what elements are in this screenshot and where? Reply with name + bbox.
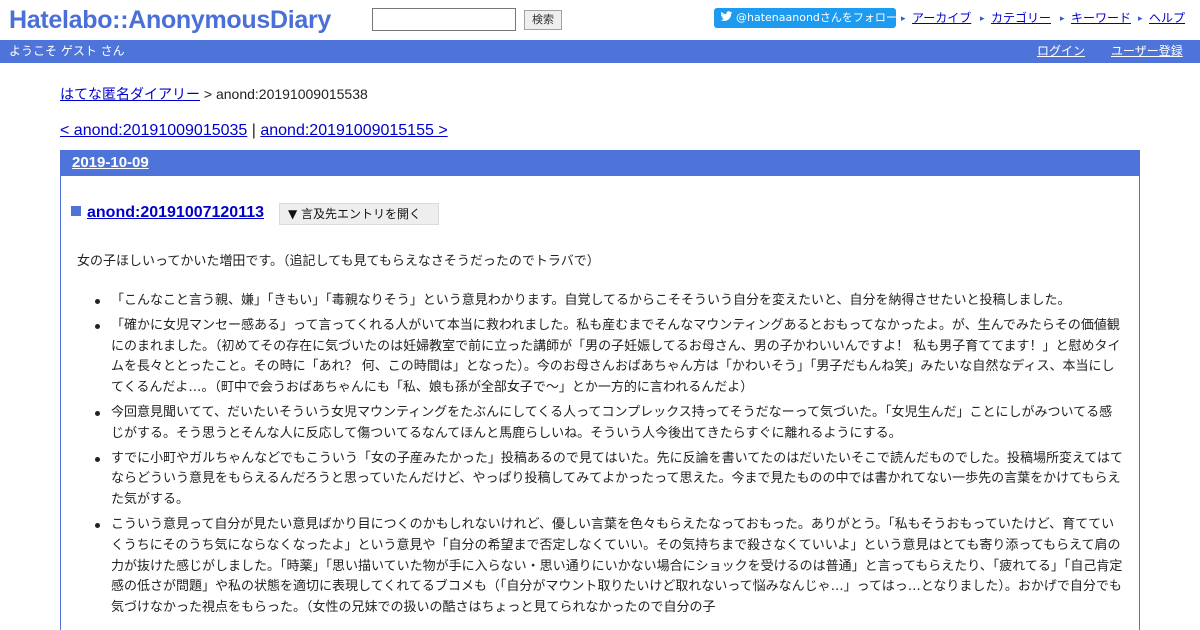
search-input[interactable]: [372, 8, 516, 31]
entry-pager: < anond:20191009015035 | anond:201910090…: [60, 121, 448, 141]
nav-arrow-icon: ▸: [1138, 14, 1143, 24]
register-link[interactable]: ユーザー登録: [1111, 43, 1183, 60]
breadcrumb-separator: >: [200, 86, 216, 102]
list-item: 「こんなこと言う親、嫌」「きもい」「毒親なりそう」という意見わかります。自覚して…: [95, 291, 1125, 312]
list-item: すでに小町やガルちゃんなどでもこういう「女の子産みたかった」投稿あるので見てはい…: [95, 449, 1125, 511]
prev-entry-link[interactable]: < anond:20191009015035: [60, 122, 247, 139]
list-item: こういう意見って自分が見たい意見ばかり目につくのかもしれないけれど、優しい言葉を…: [95, 515, 1125, 619]
day-section: 2019-10-09 anond:20191007120113 ▼ 言及先エント…: [60, 150, 1140, 630]
login-link[interactable]: ログイン: [1037, 43, 1085, 60]
pager-separator: |: [247, 122, 261, 139]
breadcrumb-home-link[interactable]: はてな匿名ダイアリー: [60, 86, 200, 102]
nav-link-keyword[interactable]: ▸ キーワード: [1060, 10, 1131, 26]
list-item: 今回意見聞いてて、だいたいそういう女児マウンティングをたぶんにしてくる人ってコン…: [95, 403, 1125, 445]
nav-link-archive[interactable]: ▸ アーカイブ: [901, 10, 971, 26]
breadcrumb: はてな匿名ダイアリー > anond:20191009015538: [60, 85, 368, 103]
follow-label: @hatenaanondさんをフォロー: [736, 11, 896, 24]
twitter-bird-icon: [720, 11, 733, 21]
nav-arrow-icon: ▸: [980, 14, 985, 24]
day-date-link[interactable]: 2019-10-09: [72, 153, 149, 173]
entry-title: anond:20191007120113: [71, 203, 264, 223]
list-item: 「確かに女児マンセー感ある」って言ってくれる人がいて本当に救われました。私も産む…: [95, 316, 1125, 399]
user-bar: ようこそ ゲスト さん ログイン ユーザー登録: [0, 40, 1200, 63]
nav-link-category[interactable]: ▸ カテゴリー: [980, 10, 1051, 26]
entry-comment-list: 「こんなこと言う親、嫌」「きもい」「毒親なりそう」という意見わかります。自覚して…: [95, 291, 1125, 623]
open-mention-button[interactable]: ▼ 言及先エントリを開く: [279, 203, 439, 225]
site-logo[interactable]: Hatelabo::AnonymousDiary: [9, 5, 331, 35]
welcome-text: ようこそ ゲスト さん: [9, 44, 125, 58]
nav-link-help[interactable]: ▸ ヘルプ: [1138, 10, 1185, 26]
top-bar: Hatelabo::AnonymousDiary 検索 @hatenaanond…: [0, 0, 1200, 40]
entry-title-link[interactable]: anond:20191007120113: [87, 204, 264, 221]
next-entry-link[interactable]: anond:20191009015155 >: [260, 122, 447, 139]
nav-arrow-icon: ▸: [901, 14, 906, 24]
breadcrumb-current: anond:20191009015538: [215, 86, 368, 102]
search-button[interactable]: 検索: [524, 10, 562, 30]
twitter-follow-button[interactable]: @hatenaanondさんをフォロー: [714, 8, 896, 28]
day-header: 2019-10-09: [61, 150, 1139, 176]
entry-intro: 女の子ほしいってかいた増田です。（追記しても見てもらえなさそうだったのでトラバで…: [77, 254, 600, 269]
nav-arrow-icon: ▸: [1060, 14, 1065, 24]
entry-square-icon: [71, 206, 81, 216]
